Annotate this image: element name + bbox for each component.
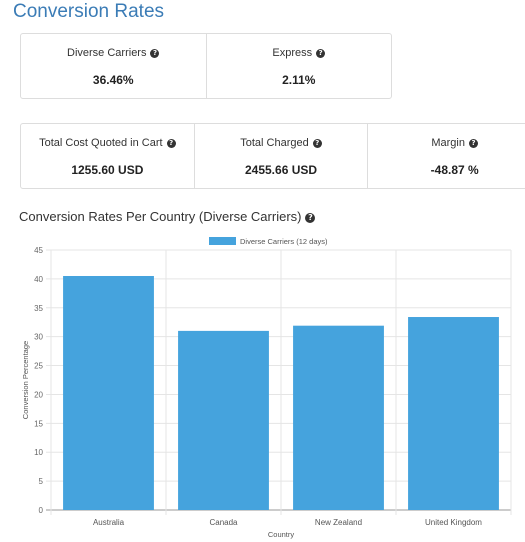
- y-tick-label: 25: [34, 362, 43, 371]
- stat-value: 1255.60 USD: [71, 163, 144, 177]
- y-tick-label: 40: [34, 275, 43, 284]
- x-tick-label: United Kingdom: [425, 518, 482, 527]
- help-icon[interactable]: ?: [312, 139, 322, 148]
- y-tick-label: 20: [34, 390, 43, 399]
- stat-margin: Margin? -48.87 %: [367, 124, 525, 188]
- bar-canada[interactable]: [178, 330, 269, 510]
- stat-total-cost-quoted: Total Cost Quoted in Cart? 1255.60 USD: [21, 124, 194, 188]
- help-icon[interactable]: ?: [166, 139, 176, 148]
- stat-total-charged: Total Charged? 2455.66 USD: [193, 124, 368, 188]
- stat-express: Express? 2.11%: [205, 34, 392, 98]
- y-tick-label: 15: [34, 419, 43, 428]
- help-icon[interactable]: ?: [150, 49, 160, 58]
- cost-stats-panel: Total Cost Quoted in Cart? 1255.60 USD T…: [20, 123, 525, 189]
- stat-value: 2.11%: [282, 73, 316, 87]
- stat-label: Total Charged: [240, 137, 309, 149]
- stat-value: -48.87 %: [430, 163, 479, 177]
- y-tick-label: 5: [39, 477, 44, 486]
- chart-legend[interactable]: Diverse Carriers (12 days): [209, 237, 328, 246]
- chart-section-title: Conversion Rates Per Country (Diverse Ca…: [19, 209, 316, 224]
- stat-label: Total Cost Quoted in Cart: [39, 137, 163, 149]
- stat-value: 2455.66 USD: [244, 163, 318, 177]
- stat-value: 36.46%: [92, 73, 134, 87]
- help-icon[interactable]: ?: [305, 213, 316, 223]
- y-tick-label: 45: [34, 246, 43, 255]
- bar-australia[interactable]: [63, 276, 154, 510]
- legend-swatch: [209, 237, 236, 245]
- x-tick-label: Canada: [209, 518, 238, 527]
- page-title: Conversion Rates: [13, 1, 165, 22]
- help-icon[interactable]: ?: [468, 139, 478, 148]
- stat-label: Diverse Carriers: [67, 47, 147, 59]
- conversion-rate-bar-chart: 0 5 10 15 20 25 30 35 40 45 Australia Canada New Zea…: [21, 237, 512, 539]
- stat-diverse-carriers: Diverse Carriers? 36.46%: [21, 34, 206, 98]
- y-tick-label: 0: [39, 506, 44, 515]
- legend-label: Diverse Carriers (12 days): [240, 237, 328, 246]
- y-tick-label: 10: [34, 448, 43, 457]
- y-tick-label: 35: [34, 304, 43, 313]
- bar-united-kingdom[interactable]: [408, 317, 499, 510]
- conversion-stats-panel: Diverse Carriers? 36.46% Express? 2.11%: [20, 33, 392, 99]
- x-tick-label: New Zealand: [315, 518, 362, 527]
- x-tick-label: Australia: [93, 518, 125, 527]
- stat-label: Express: [272, 47, 313, 59]
- x-axis-label: Country: [268, 530, 295, 539]
- bar-new-zealand[interactable]: [293, 325, 384, 510]
- y-tick-label: 30: [34, 333, 43, 342]
- chart-section-title-text: Conversion Rates Per Country (Diverse Ca…: [19, 209, 302, 224]
- y-axis-label: Conversion Percentage: [21, 341, 30, 419]
- help-icon[interactable]: ?: [316, 49, 326, 58]
- stat-label: Margin: [431, 137, 465, 149]
